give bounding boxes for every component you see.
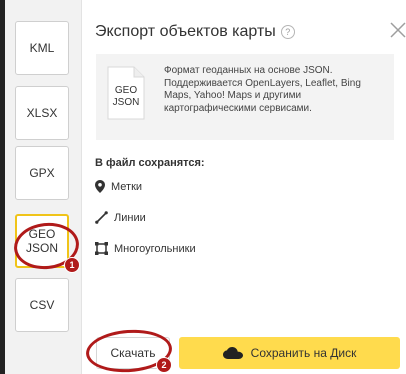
format-geojson-label-line2: JSON xyxy=(25,241,58,255)
file-icon-label: GEO JSON xyxy=(107,85,145,109)
format-geojson-label-line1: GEO xyxy=(28,227,56,241)
format-description: Формат геоданных на основе JSON. Поддерж… xyxy=(164,65,361,114)
format-xlsx-button[interactable]: XLSX xyxy=(15,86,69,140)
polygon-icon xyxy=(95,242,108,255)
feature-row-lines: Линии xyxy=(95,211,146,224)
format-geojson-label: GEO JSON xyxy=(26,227,58,255)
file-icon-label-line2: JSON xyxy=(112,97,140,108)
line-icon xyxy=(95,211,108,224)
format-xlsx-label: XLSX xyxy=(26,106,58,120)
dialog-title: Экспорт объектов карты? xyxy=(95,23,295,41)
placemark-icon xyxy=(95,180,105,193)
format-kml-button[interactable]: KML xyxy=(15,21,69,75)
format-gpx-button[interactable]: GPX xyxy=(15,146,69,200)
feature-row-points: Метки xyxy=(95,180,142,193)
annotation-badge-2: 2 xyxy=(156,357,172,373)
saves-heading: В файл сохранятся: xyxy=(95,157,205,169)
cloud-icon xyxy=(222,347,243,359)
format-gpx-label: GPX xyxy=(29,166,55,180)
help-icon[interactable]: ? xyxy=(280,25,295,39)
save-to-disk-label: Сохранить на Диск xyxy=(250,346,357,360)
file-icon-label-line1: GEO xyxy=(114,85,138,96)
feature-row-polygons: Многоугольники xyxy=(95,242,196,255)
format-sidebar: KML XLSX GPX GEO JSON CSV xyxy=(5,0,82,374)
feature-label-lines: Линии xyxy=(114,211,146,224)
save-to-disk-button[interactable]: Сохранить на Диск xyxy=(179,337,400,369)
close-icon[interactable] xyxy=(387,19,406,41)
format-geojson-button[interactable]: GEO JSON xyxy=(15,214,69,268)
format-info-box: GEO JSON Формат геоданных на основе JSON… xyxy=(96,54,394,140)
format-csv-button[interactable]: CSV xyxy=(15,278,69,332)
annotation-badge-1: 1 xyxy=(64,257,80,273)
format-kml-label: KML xyxy=(29,41,55,55)
export-dialog: Экспорт объектов карты? GEO JSON Формат … xyxy=(83,0,406,374)
feature-label-points: Метки xyxy=(111,180,143,193)
download-button-label: Скачать xyxy=(110,346,156,360)
format-csv-label: CSV xyxy=(29,298,55,312)
feature-label-polygons: Многоугольники xyxy=(114,242,196,255)
dialog-title-text: Экспорт объектов карты xyxy=(95,23,276,40)
